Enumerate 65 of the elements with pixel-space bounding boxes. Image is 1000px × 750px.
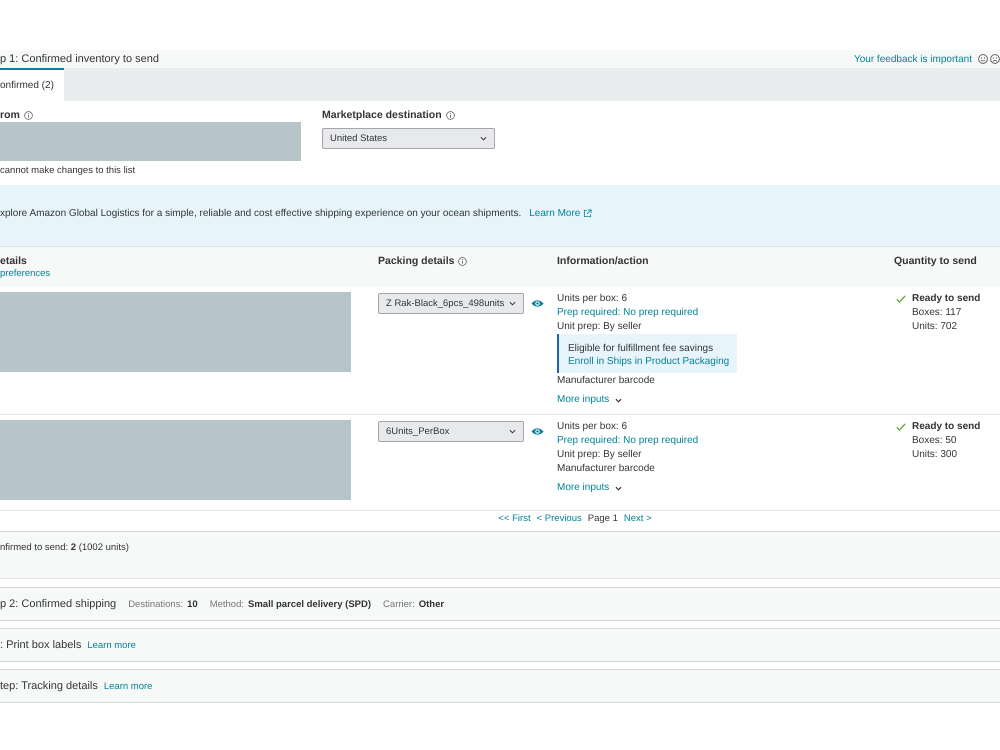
page-indicator: Page 1 xyxy=(588,512,618,526)
info-text: Manufacturer barcode xyxy=(557,374,655,388)
units-count: Units: 702 xyxy=(912,320,958,334)
info-text: Unit prep: By seller xyxy=(557,320,642,334)
info-text: Manufacturer barcode xyxy=(557,462,655,476)
preferences-link[interactable]: preferences xyxy=(0,268,50,280)
pagination-link[interactable]: Next > xyxy=(624,512,652,526)
info-text: Units per box: 6 xyxy=(557,292,628,306)
prep-link[interactable]: Prep required: No prep required xyxy=(557,434,698,448)
info-icon[interactable] xyxy=(446,110,455,120)
chevron-down-icon xyxy=(615,486,622,490)
more-inputs-button[interactable]: More inputs xyxy=(557,393,622,407)
tab[interactable]: onfirmed (2) xyxy=(0,68,64,101)
caret-icon xyxy=(480,136,487,141)
detail-value: 10 xyxy=(187,598,198,610)
marketplace-label: Marketplace destination xyxy=(322,109,442,121)
detail-value: Small parcel delivery (SPD) xyxy=(248,598,372,610)
detail-value: Other xyxy=(418,598,444,610)
learn-more-link[interactable]: Learn more xyxy=(87,640,136,650)
units-count: Units: 300 xyxy=(912,448,958,462)
detail-label: Carrier: xyxy=(383,598,415,610)
frown-face-icon[interactable] xyxy=(990,54,1000,64)
packing-select[interactable]: Z Rak-Black_6pcs_498units xyxy=(378,293,524,314)
learn-more-link[interactable]: Learn more xyxy=(104,680,152,692)
external-link-icon xyxy=(583,209,592,218)
enroll-link[interactable]: Enroll in Ships in Product Packaging xyxy=(568,355,730,368)
info-icon[interactable] xyxy=(24,110,33,120)
caret-icon xyxy=(509,301,516,306)
column-header: Information/action xyxy=(557,255,649,268)
learn-more-link[interactable]: Learn More xyxy=(529,207,592,220)
from-label: rom xyxy=(0,109,20,121)
check-icon xyxy=(896,423,906,431)
detail-label: Method: xyxy=(210,598,244,610)
boxes-count: Boxes: 50 xyxy=(912,434,956,448)
info-text: Units per box: 6 xyxy=(557,420,628,434)
list-note: cannot make changes to this list xyxy=(0,165,136,177)
smile-face-icon[interactable] xyxy=(978,54,988,64)
pagination-link[interactable]: << First xyxy=(498,512,531,526)
info-text: Unit prep: By seller xyxy=(557,448,642,462)
eye-icon[interactable] xyxy=(531,299,544,308)
info-icon[interactable] xyxy=(458,257,468,266)
step-title: : Print box labels xyxy=(0,638,82,652)
packing-select[interactable]: 6Units_PerBox xyxy=(378,421,524,442)
step-title: tep: Tracking details xyxy=(0,679,98,693)
boxes-count: Boxes: 117 xyxy=(912,306,962,320)
eye-icon[interactable] xyxy=(531,427,544,436)
banner-text: xplore Amazon Global Logistics for a simple, reliable and cost effective shipping experience on your ocean shipments. xyxy=(0,207,522,220)
step-title: p 2: Confirmed shipping xyxy=(0,597,116,611)
summary-text: nfirmed to send: 2 (1002 units) xyxy=(0,542,129,553)
prep-link[interactable]: Prep required: No prep required xyxy=(557,306,698,320)
column-header: Packing details xyxy=(378,255,454,268)
step-title: p 1: Confirmed inventory to send xyxy=(0,52,159,66)
status-text: Ready to send xyxy=(912,292,980,306)
pagination-link[interactable]: < Previous xyxy=(536,512,582,526)
detail-label: Destinations: xyxy=(128,598,184,610)
column-header: etails xyxy=(0,255,27,268)
check-icon xyxy=(896,295,906,303)
caret-icon xyxy=(509,429,516,434)
status-text: Ready to send xyxy=(912,420,980,434)
marketplace-select[interactable]: United States xyxy=(322,128,495,149)
feedback-link[interactable]: Your feedback is important xyxy=(854,52,972,66)
callout-text: Eligible for fulfillment fee savings xyxy=(568,342,714,355)
more-inputs-button[interactable]: More inputs xyxy=(557,481,622,495)
column-header: Quantity to send xyxy=(894,255,977,268)
chevron-down-icon xyxy=(615,398,622,402)
